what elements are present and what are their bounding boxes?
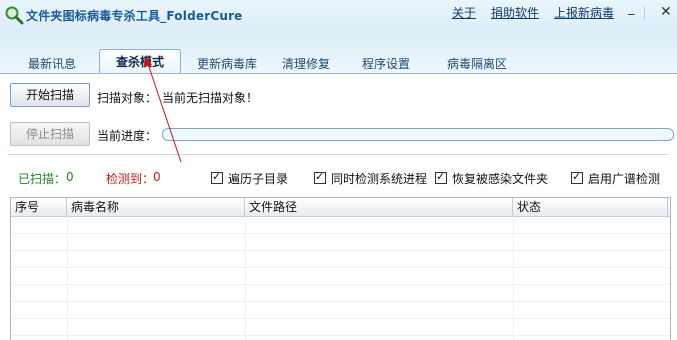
tab-scan-mode[interactable]: 查杀模式	[99, 49, 181, 74]
minimize-button[interactable]: _	[628, 1, 635, 16]
close-button[interactable]: ✕	[660, 4, 672, 20]
table-row-line	[11, 318, 670, 319]
start-scan-button[interactable]: 开始扫描	[10, 83, 90, 107]
scanned-label: 已扫描：	[18, 172, 67, 186]
column-header-index[interactable]: 序号	[11, 198, 67, 216]
checkbox-checked-icon[interactable]	[435, 170, 447, 184]
tab-settings[interactable]: 程序设置	[362, 55, 410, 73]
option-broad-spectrum[interactable]: 启用广谱检测	[571, 170, 660, 187]
detected-label: 检测到：	[106, 172, 155, 186]
app-title: 文件夹图标病毒专杀工具_FolderCure	[26, 9, 243, 23]
table-row-line	[11, 301, 670, 302]
donate-link[interactable]: 捐助软件	[491, 4, 539, 21]
checkbox-checked-icon[interactable]	[211, 170, 223, 184]
tab-update-database[interactable]: 更新病毒库	[197, 55, 257, 73]
column-header-virus-name[interactable]: 病毒名称	[67, 198, 245, 216]
tab-latest-news[interactable]: 最新讯息	[28, 55, 76, 73]
checkbox-checked-icon[interactable]	[571, 170, 583, 184]
option-label: 启用广谱检测	[588, 172, 661, 186]
scan-target-value: 当前无扫描对象！	[162, 91, 259, 105]
table-row-line	[11, 335, 670, 336]
tab-clean-repair[interactable]: 清理修复	[282, 55, 330, 73]
column-header-file-path[interactable]: 文件路径	[245, 198, 513, 216]
column-header-status[interactable]: 状态	[513, 198, 668, 216]
title-bar: 文件夹图标病毒专杀工具_FolderCure 关于 捐助软件 上报新病毒 _ ✕	[0, 0, 677, 32]
checkbox-checked-icon[interactable]	[314, 170, 326, 184]
magnifier-icon	[5, 6, 24, 25]
scan-progress-bar	[162, 128, 674, 141]
option-restore-folders[interactable]: 恢复被感染文件夹	[435, 170, 548, 187]
tab-quarantine[interactable]: 病毒隔离区	[447, 55, 507, 73]
option-label: 恢复被感染文件夹	[452, 172, 549, 186]
table-column-line	[67, 216, 68, 340]
table-header: 序号 病毒名称 文件路径 状态	[11, 198, 670, 217]
table-row-line	[11, 267, 670, 268]
table-row-line	[11, 233, 670, 234]
stop-scan-button[interactable]: 停止扫描	[10, 122, 90, 146]
section-divider	[8, 154, 669, 155]
table-column-line	[245, 216, 246, 340]
titlebar-separator	[644, 6, 645, 20]
scan-target-label: 扫描对象：	[97, 91, 158, 105]
table-row-line	[11, 250, 670, 251]
option-label: 遍历子目录	[228, 172, 289, 186]
scanned-count: 0	[66, 170, 74, 184]
report-virus-link[interactable]: 上报新病毒	[554, 4, 614, 21]
progress-label: 当前进度：	[97, 129, 158, 143]
about-link[interactable]: 关于	[452, 4, 476, 21]
detected-count: 0	[153, 170, 161, 184]
table-column-line	[513, 216, 514, 340]
option-traverse-subdirs[interactable]: 遍历子目录	[211, 170, 288, 187]
option-label: 同时检测系统进程	[331, 172, 428, 186]
option-check-processes[interactable]: 同时检测系统进程	[314, 170, 427, 187]
results-table: 序号 病毒名称 文件路径 状态	[10, 197, 671, 340]
table-row-line	[11, 284, 670, 285]
